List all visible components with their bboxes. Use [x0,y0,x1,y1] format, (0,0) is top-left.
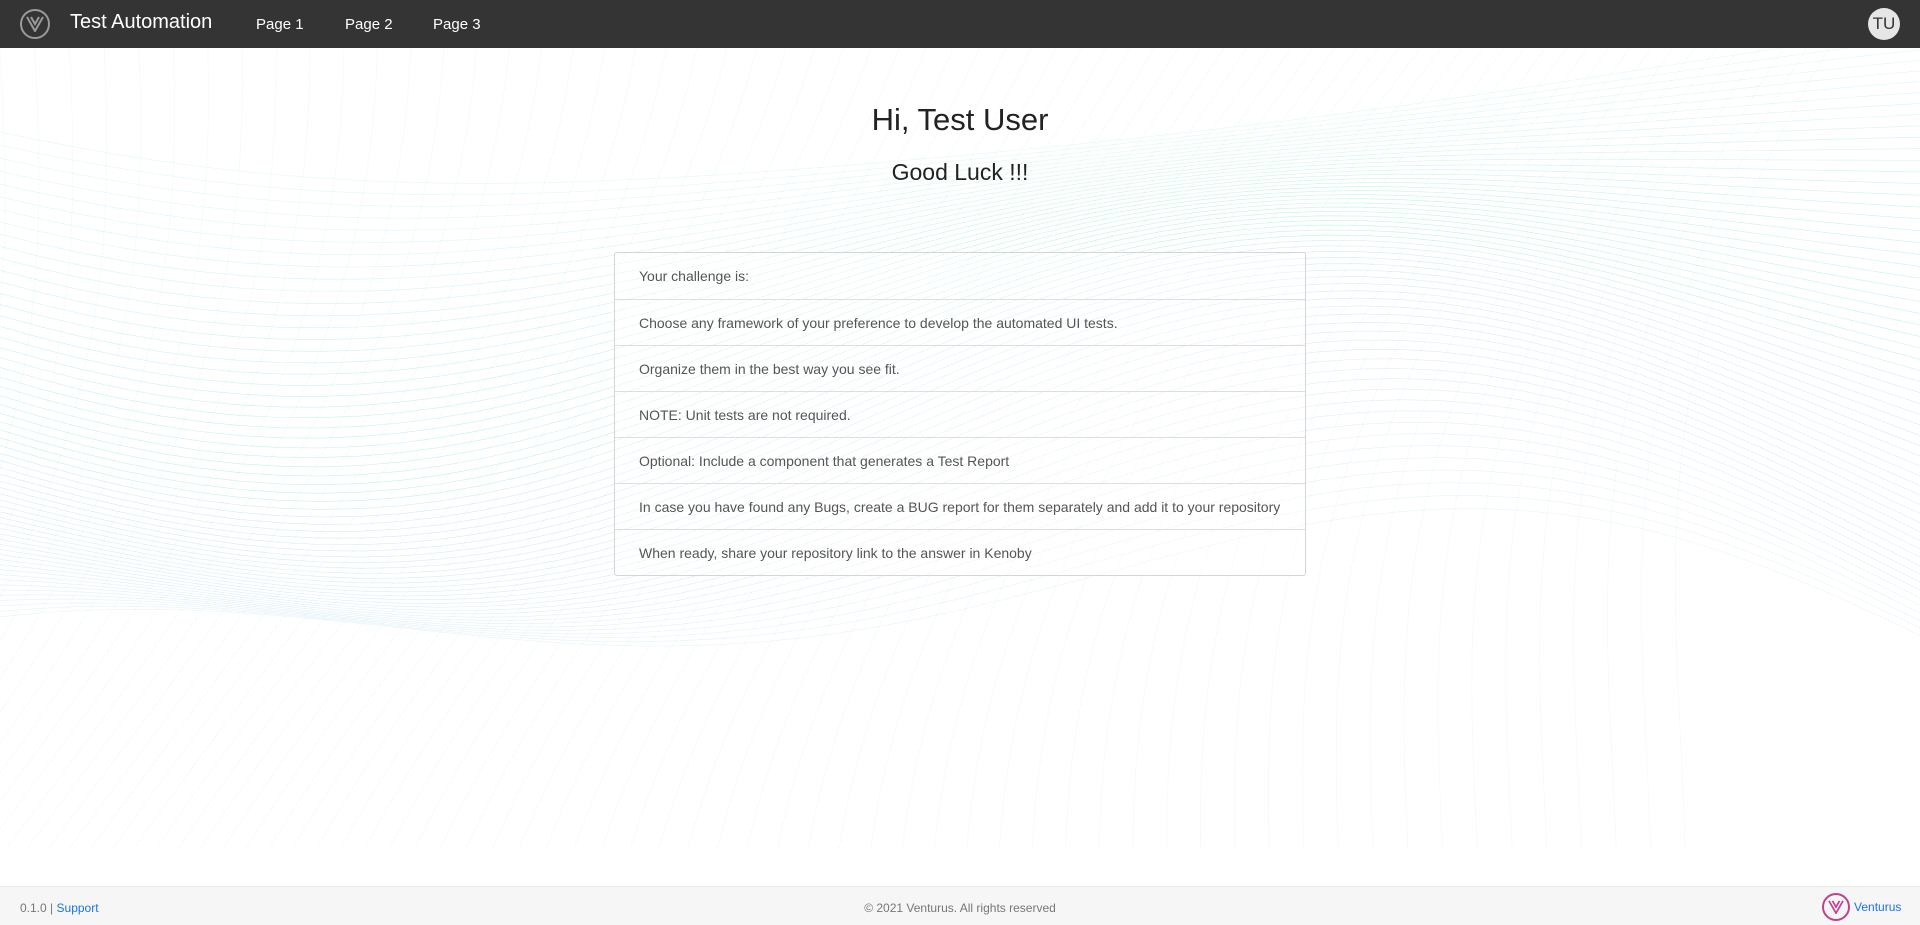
brand-title[interactable]: Test Automation [70,11,212,34]
user-avatar[interactable]: TU [1868,8,1900,40]
list-item: Organize them in the best way you see fi… [615,345,1305,391]
page-footer: 0.1.0 | Support © 2021 Venturus. All rig… [0,886,1920,925]
list-item: Optional: Include a component that gener… [615,437,1305,483]
list-item: In case you have found any Bugs, create … [615,483,1305,529]
greeting-heading: Hi, Test User [871,102,1049,137]
copyright-text: © 2021 Venturus. All rights reserved [864,901,1056,915]
list-item: Choose any framework of your preference … [615,299,1305,345]
nav-page-2[interactable]: Page 2 [345,16,393,33]
challenge-list: Your challenge is: Choose any framework … [614,252,1306,576]
list-item: Your challenge is: [639,268,750,284]
nav-page-3[interactable]: Page 3 [433,16,481,33]
top-navbar: Test Automation Page 1 Page 2 Page 3 TU [0,0,1920,48]
list-item: NOTE: Unit tests are not required. [615,391,1305,437]
nav-page-1[interactable]: Page 1 [256,16,304,33]
subgreeting-heading: Good Luck !!! [891,159,1029,185]
list-item: When ready, share your repository link t… [615,529,1305,575]
venturus-link[interactable]: Venturus [1854,900,1901,914]
brand-logo-icon[interactable] [20,9,50,39]
venturus-logo-icon[interactable] [1822,893,1850,921]
